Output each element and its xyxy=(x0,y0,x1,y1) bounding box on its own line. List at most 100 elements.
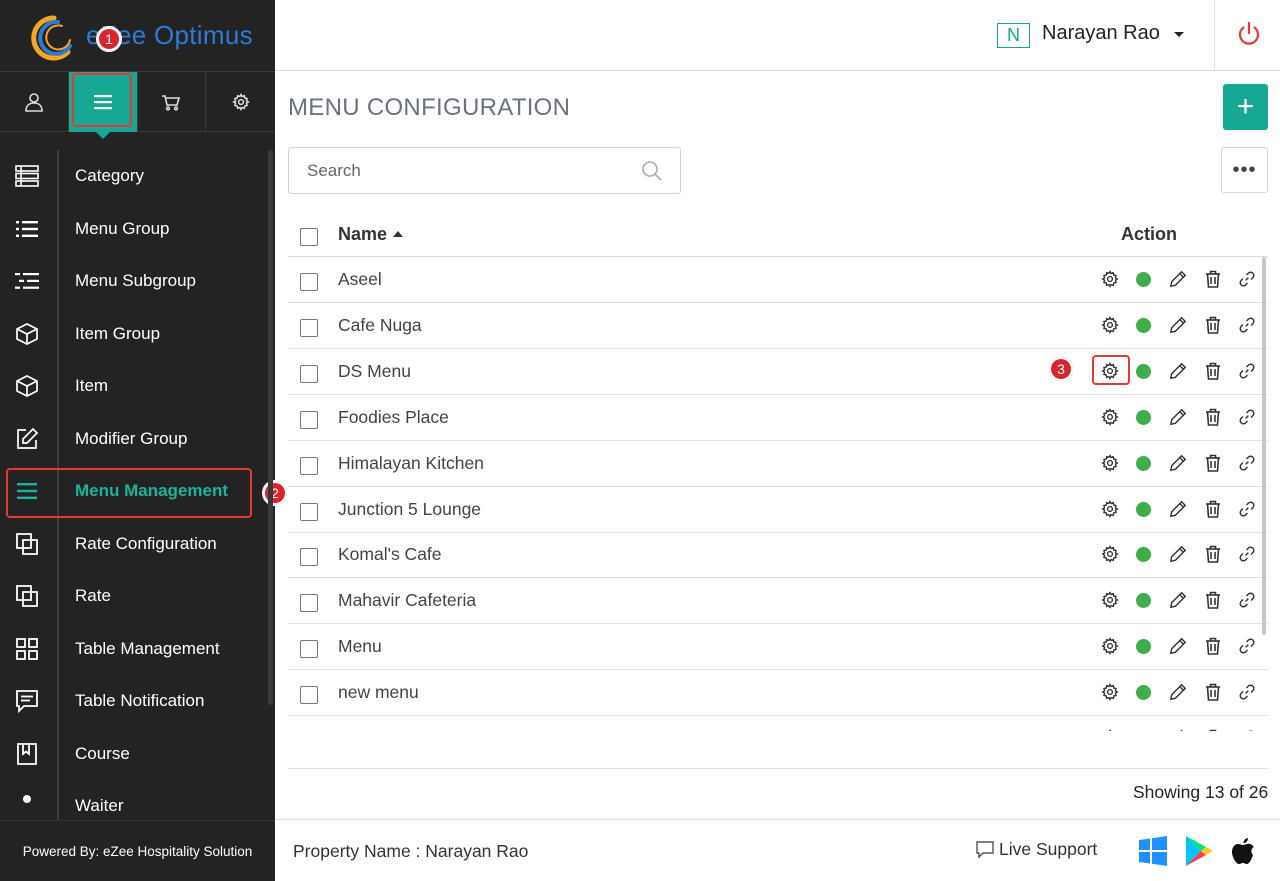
settings-gear-icon[interactable] xyxy=(1098,542,1122,566)
edit-pencil-icon[interactable] xyxy=(1166,405,1190,429)
sidebar-item-modifier-group[interactable]: Modifier Group xyxy=(0,413,275,465)
row-checkbox[interactable] xyxy=(300,502,318,521)
settings-gear-icon[interactable] xyxy=(1098,634,1122,658)
avatar[interactable]: N xyxy=(997,23,1030,48)
link-icon[interactable] xyxy=(1235,588,1259,612)
delete-trash-icon[interactable] xyxy=(1201,359,1225,383)
delete-trash-icon[interactable] xyxy=(1201,588,1225,612)
tab-cart[interactable] xyxy=(138,72,207,132)
row-checkbox[interactable] xyxy=(300,456,318,475)
status-active-icon[interactable] xyxy=(1136,455,1151,471)
delete-trash-icon[interactable] xyxy=(1201,680,1225,704)
table-row[interactable]: new menu xyxy=(288,670,1268,717)
edit-pencil-icon[interactable] xyxy=(1166,726,1190,731)
sidebar-item-item-group[interactable]: Item Group xyxy=(0,308,275,360)
status-active-icon[interactable] xyxy=(1136,317,1151,333)
settings-gear-icon[interactable] xyxy=(1098,588,1122,612)
settings-gear-icon[interactable] xyxy=(1098,680,1122,704)
tab-settings[interactable] xyxy=(206,72,275,132)
search-input[interactable] xyxy=(289,148,629,193)
settings-gear-icon[interactable] xyxy=(1098,267,1122,291)
settings-gear-icon[interactable] xyxy=(1098,497,1122,521)
add-menu-button[interactable]: + xyxy=(1223,84,1268,130)
sidebar-item-category[interactable]: Category xyxy=(0,150,275,202)
status-active-icon[interactable] xyxy=(1136,272,1151,287)
tab-menu[interactable] xyxy=(68,72,138,139)
row-checkbox[interactable] xyxy=(300,594,318,613)
sidebar-item-rate[interactable]: Rate xyxy=(0,570,275,622)
status-active-icon[interactable] xyxy=(1136,639,1151,655)
row-checkbox[interactable] xyxy=(300,318,318,337)
search-icon[interactable] xyxy=(641,160,663,182)
link-icon[interactable] xyxy=(1235,542,1259,566)
delete-trash-icon[interactable] xyxy=(1201,451,1225,475)
sort-asc-icon[interactable] xyxy=(393,231,404,237)
sidebar-item-menu-subgroup[interactable]: Menu Subgroup xyxy=(0,255,275,307)
apple-icon[interactable] xyxy=(1227,834,1259,868)
table-row[interactable]: Komal's Cafe xyxy=(288,532,1268,579)
status-active-icon[interactable] xyxy=(1136,409,1151,425)
link-icon[interactable] xyxy=(1235,726,1259,731)
sidebar-item-table-management[interactable]: Table Management xyxy=(0,623,275,675)
link-icon[interactable] xyxy=(1235,451,1259,475)
user-name[interactable]: Narayan Rao xyxy=(1042,22,1160,45)
link-icon[interactable] xyxy=(1235,267,1259,291)
row-checkbox[interactable] xyxy=(300,410,318,429)
table-row[interactable]: Cafe Nuga xyxy=(288,303,1268,349)
edit-pencil-icon[interactable] xyxy=(1166,359,1190,383)
select-all-checkbox[interactable] xyxy=(300,228,318,246)
edit-pencil-icon[interactable] xyxy=(1166,634,1190,658)
table-row[interactable]: Mahavir Cafeteria xyxy=(288,578,1268,625)
app-logo[interactable]: eZee Optimus xyxy=(0,0,275,71)
table-scrollbar[interactable] xyxy=(1262,257,1266,635)
link-icon[interactable] xyxy=(1235,359,1259,383)
delete-trash-icon[interactable] xyxy=(1201,313,1225,337)
edit-pencil-icon[interactable] xyxy=(1166,451,1190,475)
table-row[interactable]: Menu xyxy=(288,624,1268,671)
settings-gear-icon[interactable] xyxy=(1098,313,1122,337)
edit-pencil-icon[interactable] xyxy=(1166,497,1190,521)
table-row[interactable]: Junction 5 Lounge xyxy=(288,487,1268,533)
windows-icon[interactable] xyxy=(1137,834,1169,868)
status-active-icon[interactable] xyxy=(1136,547,1151,563)
chevron-down-icon[interactable] xyxy=(1174,32,1184,37)
row-checkbox[interactable] xyxy=(300,364,318,383)
row-checkbox[interactable] xyxy=(300,273,318,291)
link-icon[interactable] xyxy=(1235,680,1259,704)
sidebar-item-table-notification[interactable]: Table Notification xyxy=(0,675,275,727)
link-icon[interactable] xyxy=(1235,313,1259,337)
delete-trash-icon[interactable] xyxy=(1201,267,1225,291)
search-field[interactable] xyxy=(288,147,681,194)
settings-gear-icon[interactable] xyxy=(1098,451,1122,475)
settings-gear-icon[interactable] xyxy=(1098,726,1122,731)
link-icon[interactable] xyxy=(1235,497,1259,521)
row-checkbox[interactable] xyxy=(300,548,318,567)
delete-trash-icon[interactable] xyxy=(1201,726,1225,731)
status-active-icon[interactable] xyxy=(1136,685,1151,701)
more-options-button[interactable]: ••• xyxy=(1221,147,1268,193)
live-support-link[interactable]: Live Support xyxy=(975,839,1097,860)
sidebar-item-menu-group[interactable]: Menu Group xyxy=(0,203,275,255)
settings-gear-icon[interactable] xyxy=(1098,405,1122,429)
sidebar-item-item[interactable]: Item xyxy=(0,360,275,412)
delete-trash-icon[interactable] xyxy=(1201,634,1225,658)
sidebar-item-rate-configuration[interactable]: Rate Configuration xyxy=(0,518,275,570)
sidebar-scrollbar[interactable] xyxy=(268,150,273,705)
edit-pencil-icon[interactable] xyxy=(1166,313,1190,337)
table-row[interactable]: Himalayan Kitchen xyxy=(288,441,1268,487)
link-icon[interactable] xyxy=(1235,634,1259,658)
row-checkbox[interactable] xyxy=(300,640,318,659)
table-row[interactable]: Foodies Place xyxy=(288,395,1268,441)
delete-trash-icon[interactable] xyxy=(1201,542,1225,566)
column-header-name[interactable]: Name xyxy=(338,224,404,245)
power-icon[interactable] xyxy=(1235,20,1263,48)
status-active-icon[interactable] xyxy=(1136,363,1151,379)
row-checkbox[interactable] xyxy=(300,686,318,705)
edit-pencil-icon[interactable] xyxy=(1166,542,1190,566)
table-row[interactable]: Aseel xyxy=(288,257,1268,303)
delete-trash-icon[interactable] xyxy=(1201,405,1225,429)
table-row[interactable]: NEW MENU TEST xyxy=(288,716,1268,731)
google-play-icon[interactable] xyxy=(1183,834,1215,868)
status-active-icon[interactable] xyxy=(1136,501,1151,517)
link-icon[interactable] xyxy=(1235,405,1259,429)
